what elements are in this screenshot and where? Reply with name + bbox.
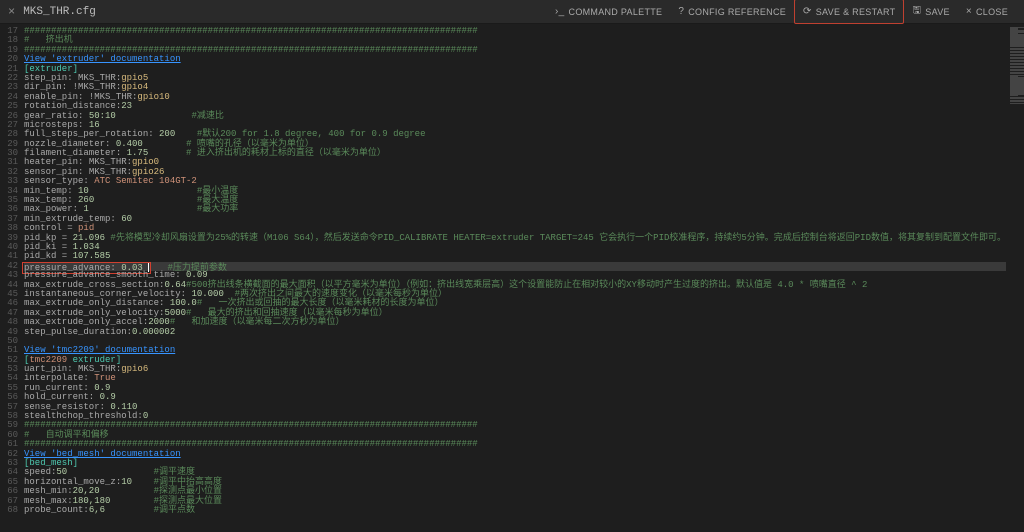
command-palette-button[interactable]: ›_COMMAND PALETTE bbox=[547, 0, 670, 24]
close-button[interactable]: ×CLOSE bbox=[958, 0, 1016, 24]
code-line[interactable]: probe_count:6,6 #调平点数 bbox=[24, 506, 1006, 515]
restart-icon: ⟳ bbox=[803, 6, 812, 17]
code-line[interactable]: ########################################… bbox=[24, 27, 1006, 36]
code-line[interactable]: uart_pin: MKS_THR:gpio6 bbox=[24, 365, 1006, 374]
code-line[interactable]: gear_ratio: 50:10 #减速比 bbox=[24, 112, 1006, 121]
code-line[interactable]: pid_ki = 1.034 bbox=[24, 243, 1006, 252]
toolbar: ›_COMMAND PALETTE ?CONFIG REFERENCE ⟳SAV… bbox=[547, 0, 1016, 24]
code-line[interactable]: sense_resistor: 0.110 bbox=[24, 403, 1006, 412]
code-line[interactable]: View 'extruder' documentation bbox=[24, 55, 1006, 64]
minimap[interactable] bbox=[1006, 24, 1024, 532]
code-line[interactable]: min_extrude_temp: 60 bbox=[24, 215, 1006, 224]
code-line[interactable]: hold_current: 0.9 bbox=[24, 393, 1006, 402]
code-line[interactable]: step_pulse_duration:0.000002 bbox=[24, 328, 1006, 337]
terminal-icon: ›_ bbox=[555, 6, 565, 17]
editor-area: 1718192021222324252627282930313233343536… bbox=[0, 24, 1024, 532]
code-line[interactable]: interpolate: True bbox=[24, 374, 1006, 383]
help-icon: ? bbox=[678, 6, 684, 17]
line-number-gutter: 1718192021222324252627282930313233343536… bbox=[0, 24, 24, 532]
code-line[interactable]: View 'tmc2209' documentation bbox=[24, 346, 1006, 355]
code-line[interactable]: filament_diameter: 1.75 # 进入挤出机的耗材上标的直径（… bbox=[24, 149, 1006, 158]
save-icon: 🖫 bbox=[912, 3, 921, 20]
line-number: 68 bbox=[0, 506, 18, 515]
code-line[interactable]: ########################################… bbox=[24, 421, 1006, 430]
code-content[interactable]: ########################################… bbox=[24, 24, 1006, 532]
code-line[interactable]: pid_kd = 107.585 bbox=[24, 252, 1006, 261]
config-reference-button[interactable]: ?CONFIG REFERENCE bbox=[670, 0, 794, 24]
code-line[interactable]: run_current: 0.9 bbox=[24, 384, 1006, 393]
filename-label: MKS_THR.cfg bbox=[23, 6, 96, 18]
code-line[interactable]: max_power: 1 #最大功率 bbox=[24, 205, 1006, 214]
code-line[interactable]: dir_pin: !MKS_THR:gpio4 bbox=[24, 83, 1006, 92]
save-button[interactable]: 🖫SAVE bbox=[904, 0, 957, 24]
code-line[interactable]: enable_pin: !MKS_THR:gpio10 bbox=[24, 93, 1006, 102]
code-line[interactable]: heater_pin: MKS_THR:gpio0 bbox=[24, 158, 1006, 167]
code-line[interactable]: step_pin: MKS_THR:gpio5 bbox=[24, 74, 1006, 83]
close-icon: × bbox=[966, 6, 972, 17]
back-icon[interactable]: × bbox=[8, 5, 15, 19]
code-line[interactable]: [tmc2209 extruder] bbox=[24, 356, 1006, 365]
code-line[interactable]: pid_kp = 21.096 #先将模型冷却风扇设置为25%的转速（M106 … bbox=[24, 234, 1006, 243]
save-restart-button[interactable]: ⟳SAVE & RESTART bbox=[794, 0, 904, 24]
editor-header: × MKS_THR.cfg ›_COMMAND PALETTE ?CONFIG … bbox=[0, 0, 1024, 24]
code-line[interactable]: View 'bed_mesh' documentation bbox=[24, 450, 1006, 459]
code-line[interactable]: [extruder] bbox=[24, 65, 1006, 74]
